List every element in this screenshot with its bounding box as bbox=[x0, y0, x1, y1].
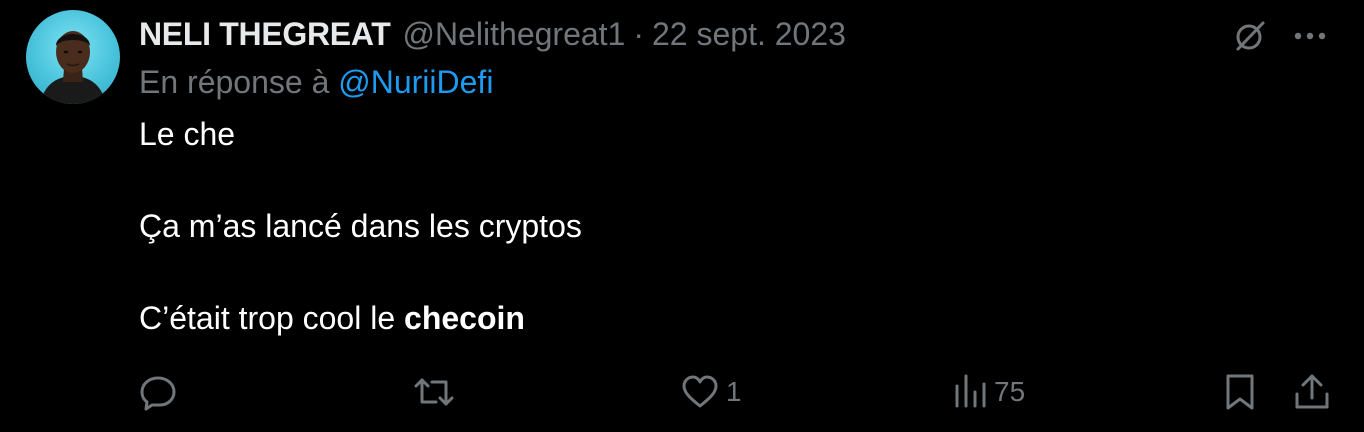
tweet-date[interactable]: 22 sept. 2023 bbox=[652, 16, 846, 53]
reply-handle-link[interactable]: @NuriiDefi bbox=[338, 64, 493, 100]
reply-icon bbox=[140, 376, 176, 411]
tweet-text-line-3: C’était trop cool le checoin bbox=[139, 300, 525, 337]
tweet-header: NELI THEGREAT @Nelithegreat1 · 22 sept. … bbox=[139, 14, 846, 54]
bookmark-button[interactable] bbox=[1222, 368, 1258, 416]
author-display-name[interactable]: NELI THEGREAT bbox=[139, 16, 391, 53]
avatar-portrait bbox=[40, 31, 106, 104]
retweet-button[interactable] bbox=[412, 368, 462, 416]
tweet-text-line-2: Ça m’as lancé dans les cryptos bbox=[139, 208, 582, 244]
views-button[interactable]: 75 bbox=[952, 368, 1025, 416]
reply-prefix: En réponse à bbox=[139, 64, 330, 100]
reply-button[interactable] bbox=[138, 368, 184, 416]
header-separator: · bbox=[633, 15, 644, 52]
heart-icon bbox=[682, 375, 718, 408]
avatar[interactable] bbox=[26, 10, 120, 104]
tweet-text-bold-word: checoin bbox=[404, 300, 525, 336]
grok-icon[interactable] bbox=[1228, 14, 1272, 58]
reply-context: En réponse à @NuriiDefi bbox=[139, 64, 493, 101]
like-button[interactable]: 1 bbox=[680, 368, 742, 416]
retweet-icon bbox=[414, 378, 454, 406]
tweet: NELI THEGREAT @Nelithegreat1 · 22 sept. … bbox=[0, 0, 1364, 432]
views-count: 75 bbox=[994, 376, 1026, 407]
views-icon bbox=[955, 374, 986, 408]
tweet-text-line-3-normal: C’était trop cool le bbox=[139, 300, 405, 336]
share-icon bbox=[1295, 374, 1329, 409]
share-button[interactable] bbox=[1292, 368, 1332, 416]
like-count: 1 bbox=[726, 376, 742, 407]
tweet-text-line-1: Le che bbox=[139, 116, 236, 152]
bookmark-icon bbox=[1226, 374, 1254, 410]
more-icon[interactable] bbox=[1288, 14, 1332, 58]
author-handle[interactable]: @Nelithegreat1 bbox=[403, 16, 626, 53]
